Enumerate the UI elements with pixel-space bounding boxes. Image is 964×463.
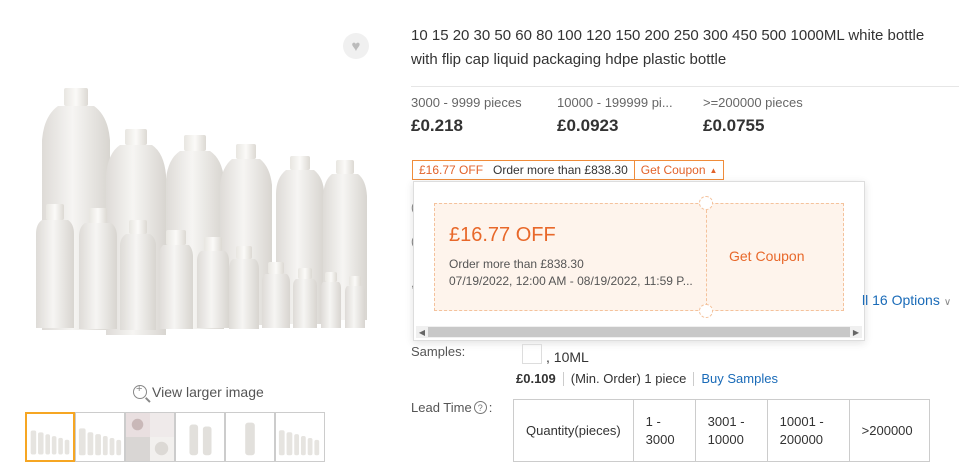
lead-time-text: Lead Time	[411, 400, 472, 415]
divider	[411, 86, 959, 87]
sample-price: £0.109	[516, 371, 556, 386]
view-larger-link[interactable]: View larger image	[133, 383, 264, 400]
thumbnail-3[interactable]	[125, 412, 175, 462]
table-cell: 1 - 3000	[632, 399, 696, 462]
tier-price: £0.0755	[703, 116, 765, 135]
sample-size: , 10ML	[546, 349, 589, 365]
main-product-image[interactable]	[20, 30, 375, 370]
tier-range: 3000 - 9999 pieces	[411, 95, 522, 110]
sample-swatch[interactable]	[522, 344, 542, 364]
coupon-validity: 07/19/2022, 12:00 AM - 08/19/2022, 11:59…	[449, 274, 693, 288]
buy-samples-link[interactable]: Buy Samples	[701, 371, 778, 386]
scroll-right-icon[interactable]: ▶	[850, 328, 862, 337]
chevron-down-icon: ∨	[943, 297, 952, 308]
coupon-divider	[706, 210, 707, 306]
table-row: Quantity(pieces) 1 - 3000 3001 - 10000 1…	[513, 399, 930, 462]
thumbnail-strip	[25, 412, 325, 462]
thumbnail-5[interactable]	[225, 412, 275, 462]
price-tier-1: 3000 - 9999 pieces £0.218	[411, 95, 522, 136]
tier-price: £0.218	[411, 116, 463, 135]
lead-time-label: Lead Time ? :	[411, 400, 492, 415]
price-tier-2: 10000 - 199999 pi... £0.0923	[557, 95, 673, 136]
get-coupon-label: Get Coupon	[640, 163, 706, 177]
horizontal-scrollbar[interactable]: ◀ ▶	[416, 326, 862, 338]
thumbnail-4[interactable]	[175, 412, 225, 462]
lead-time-colon: :	[488, 400, 493, 415]
coupon-tag[interactable]: £16.77 OFF Order more than £838.30 Get C…	[412, 160, 725, 180]
coupon-popover: £16.77 OFF Order more than £838.30 07/19…	[413, 181, 865, 341]
coupon-off-text: £16.77 OFF	[419, 163, 484, 177]
table-cell: 10001 - 200000	[766, 399, 850, 462]
coupon-notch	[699, 304, 713, 318]
tier-range: >=200000 pieces	[703, 95, 803, 110]
table-cell: 3001 - 10000	[694, 399, 768, 462]
price-tier-3: >=200000 pieces £0.0755	[703, 95, 803, 136]
thumbnail-2[interactable]	[75, 412, 125, 462]
favorite-heart-icon[interactable]: ♥	[343, 33, 369, 59]
coupon-condition-text: Order more than £838.30	[493, 163, 628, 177]
thumbnail-6[interactable]	[275, 412, 325, 462]
product-title: 10 15 20 30 50 60 80 100 120 150 200 250…	[411, 27, 925, 68]
all-options-label: ll 16 Options	[862, 292, 940, 308]
sample-pricing-row: £0.109 (Min. Order) 1 piece Buy Samples	[516, 371, 778, 386]
lead-time-table: Quantity(pieces) 1 - 3000 3001 - 10000 1…	[513, 399, 930, 462]
tier-range: 10000 - 199999 pi...	[557, 95, 673, 110]
coupon-condition: Order more than £838.30	[449, 257, 584, 271]
divider	[693, 371, 695, 386]
table-cell: Quantity(pieces)	[513, 399, 634, 462]
chevron-up-icon: ▲	[709, 165, 718, 175]
tier-price: £0.0923	[557, 116, 619, 135]
question-icon[interactable]: ?	[473, 401, 487, 414]
scrollbar-thumb[interactable]	[428, 327, 850, 337]
zoom-icon	[133, 383, 147, 399]
scroll-left-icon[interactable]: ◀	[416, 328, 428, 337]
samples-label: Samples:	[411, 344, 466, 359]
coupon-notch	[699, 196, 713, 210]
sample-min-order: (Min. Order) 1 piece	[570, 371, 687, 386]
coupon-card: £16.77 OFF Order more than £838.30 07/19…	[434, 196, 844, 318]
all-options-link[interactable]: ll 16 Options ∨	[862, 292, 951, 308]
view-larger-label: View larger image	[152, 384, 264, 400]
get-coupon-button[interactable]: Get Coupon	[729, 248, 805, 264]
divider	[562, 371, 564, 386]
table-cell: >200000	[848, 399, 930, 462]
coupon-amount: £16.77 OFF	[449, 224, 556, 246]
get-coupon-toggle[interactable]: Get Coupon ▲	[633, 161, 724, 179]
thumbnail-1[interactable]	[25, 412, 75, 462]
